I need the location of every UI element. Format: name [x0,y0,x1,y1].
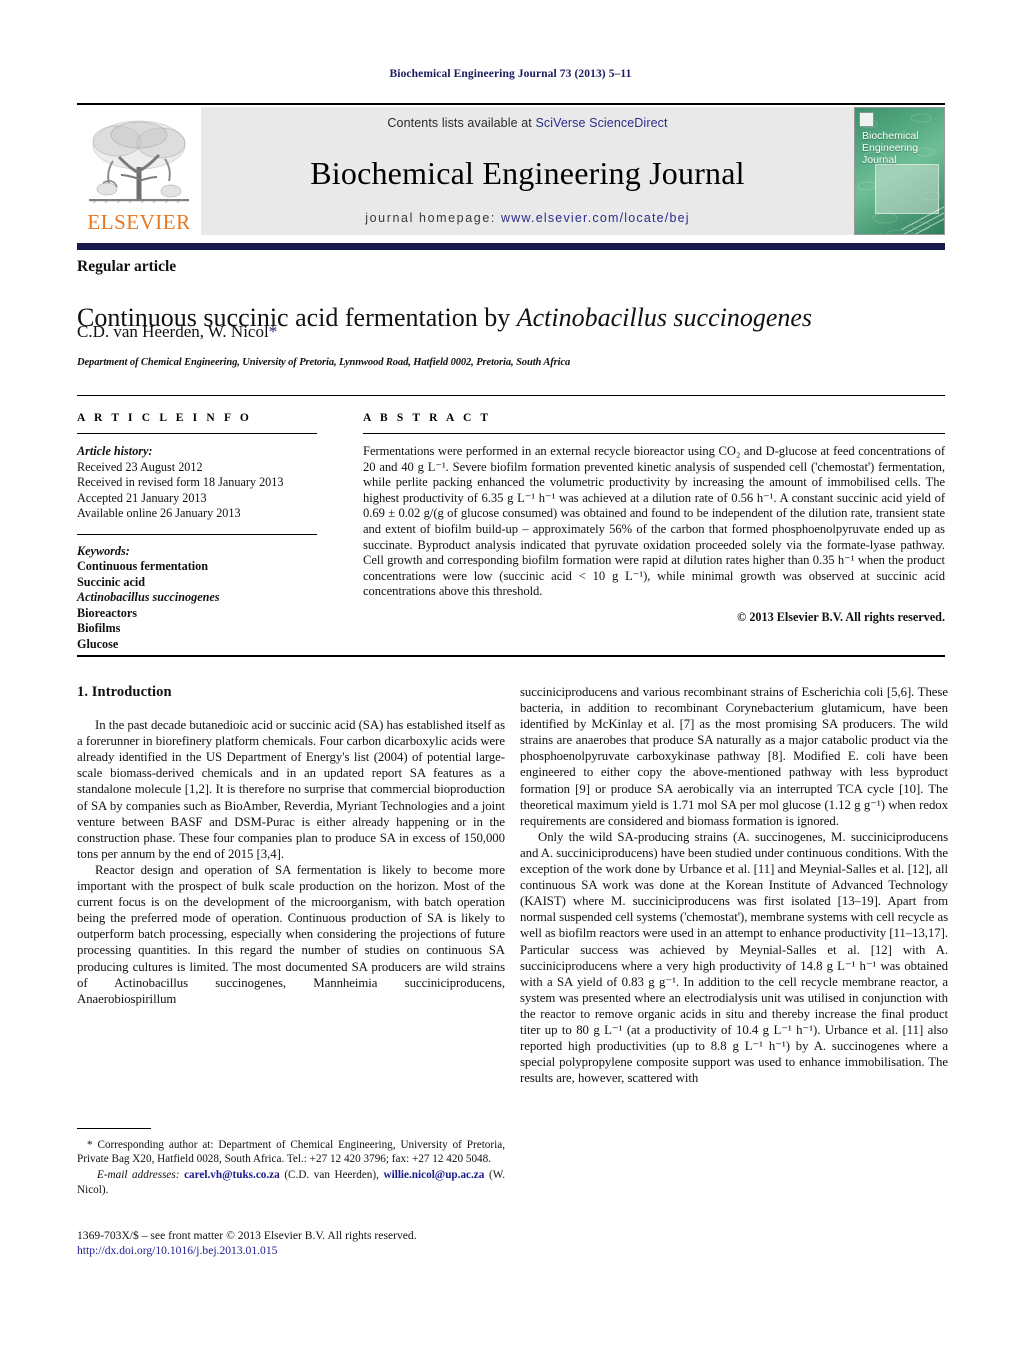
body-column-right: succiniciproducens and various recombina… [520,684,948,1086]
abstract-heading: A B S T R A C T [363,412,492,424]
masthead-dark-band [77,243,945,250]
journal-homepage-link[interactable]: www.elsevier.com/locate/bej [501,211,690,225]
body-paragraph: succiniciproducens and various recombina… [520,685,948,828]
abstract-column: A B S T R A C T Fermentations were perfo… [363,412,945,625]
body-paragraph: Reactor design and operation of SA ferme… [77,862,505,1006]
homepage-prefix: journal homepage: [365,211,502,225]
journal-masthead: ELSEVIER Contents lists available at Sci… [77,103,945,236]
abstract-copyright: © 2013 Elsevier B.V. All rights reserved… [737,609,945,624]
journal-article-page: Biochemical Engineering Journal 73 (2013… [0,0,1021,1351]
issn-line: 1369-703X/$ – see front matter © 2013 El… [77,1229,417,1242]
corresponding-author-footnote: * Corresponding author at: Department of… [77,1128,505,1197]
body-column-left: 1. Introduction In the past decade butan… [77,684,505,1007]
email-link-2[interactable]: willie.nicol@up.ac.za [384,1169,485,1181]
abstract-body: Fermentations were performed in an exter… [363,444,945,600]
elsevier-logo: ELSEVIER [77,107,201,235]
keyword-item: Glucose [77,636,119,651]
cover-journal-title: Biochemical Engineering Journal [862,130,919,166]
keyword-item: Actinobacillus succinogenes [77,590,220,604]
article-info-column: A R T I C L E I N F O Article history: R… [77,412,317,652]
history-item: Received in revised form 18 January 2013 [77,475,284,489]
keyword-item: Biofilms [77,621,121,635]
corresponding-author-marker: * [268,322,278,341]
footnote-email-line: E-mail addresses: carel.vh@tuks.co.za (C… [77,1168,505,1196]
contents-available-line: Contents lists available at SciVerse Sci… [201,116,854,130]
keyword-item: Succinic acid [77,574,146,589]
keywords-rule [77,533,317,535]
history-item: Available online 26 January 2013 [77,506,241,520]
email-link-1[interactable]: carel.vh@tuks.co.za [184,1169,280,1181]
abstract-paragraph: Fermentations were performed in an exter… [363,444,945,599]
cover-inset-window [875,164,939,214]
history-item: Received 23 August 2012 [77,459,203,474]
footnote-rule [77,1128,151,1129]
abstract-rule [363,433,945,434]
section-heading-introduction: 1. Introduction [77,684,172,700]
title-italic-part: Actinobacillus succinogenes [516,303,813,333]
info-section-top-rule [77,395,945,396]
footnote-corresponding-text: * Corresponding author at: Department of… [77,1139,505,1166]
article-history-block: Article history: Received 23 August 2012… [77,444,317,522]
running-head: Biochemical Engineering Journal 73 (2013… [389,68,632,80]
body-separator-rule [77,655,945,657]
keywords-block: Keywords: Continuous fermentation Succin… [77,544,317,653]
body-paragraph: In the past decade butanedioic acid or s… [77,718,505,861]
article-type-label: Regular article [77,258,177,275]
sciencedirect-link[interactable]: SciVerse ScienceDirect [535,116,667,130]
elsevier-tree-icon [83,115,195,211]
doi-link[interactable]: http://dx.doi.org/10.1016/j.bej.2013.01.… [77,1243,547,1258]
keyword-item: Bioreactors [77,605,138,620]
masthead-top-rule [77,103,945,105]
cover-elsevier-mark [859,112,874,127]
keyword-item: Continuous fermentation [77,559,209,573]
elsevier-wordmark: ELSEVIER [87,210,191,234]
article-history-label: Article history: [77,444,153,458]
contents-prefix: Contents lists available at [387,116,536,130]
email-addresses-label: E-mail addresses: [97,1169,180,1182]
journal-homepage-line: journal homepage: www.elsevier.com/locat… [201,211,854,225]
author-names: C.D. van Heerden, W. Nicol [77,322,269,341]
journal-cover-thumbnail: Biochemical Engineering Journal [854,107,945,235]
email-owner-1: (C.D. van Heerden), [284,1169,379,1182]
body-paragraph: Only the wild SA-producing strains (A. s… [520,829,949,1086]
affiliation: Department of Chemical Engineering, Univ… [77,357,571,368]
keywords-label: Keywords: [77,543,130,558]
history-item: Accepted 21 January 2013 [77,490,207,505]
author-list: C.D. van Heerden, W. Nicol* [77,322,277,342]
article-info-heading: A R T I C L E I N F O [77,412,252,424]
issn-footer: 1369-703X/$ – see front matter © 2013 El… [77,1228,547,1258]
journal-title: Biochemical Engineering Journal [310,155,745,191]
masthead-center: Contents lists available at SciVerse Sci… [201,107,854,235]
article-info-rule [77,433,317,434]
